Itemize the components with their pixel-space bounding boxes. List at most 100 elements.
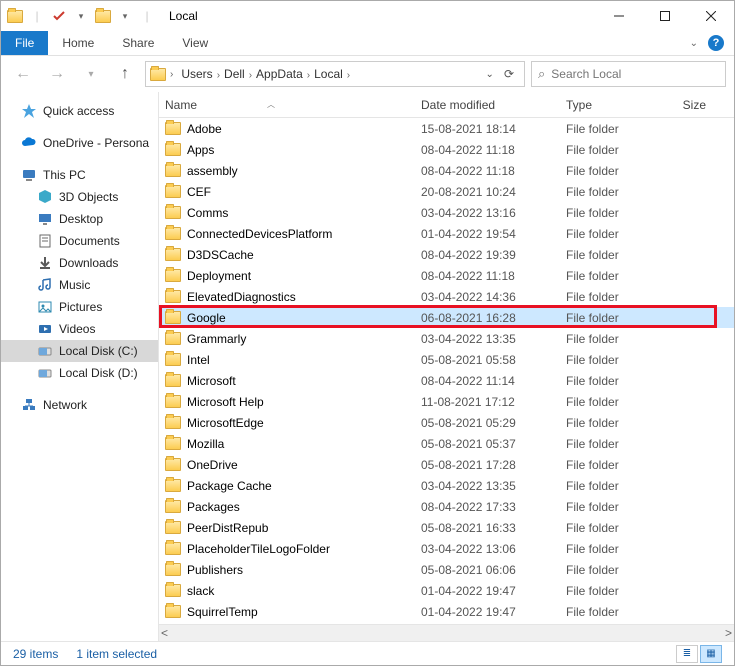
sidebar-item-label: Network [43,398,87,412]
view-details-toggle[interactable]: ≣ [676,645,698,663]
folder-icon [165,436,181,452]
horizontal-scrollbar[interactable]: <> [159,624,734,641]
sidebar-item-local-disk-d-[interactable]: Local Disk (D:) [1,362,158,384]
column-headers[interactable]: Name︿ Date modified Type Size [159,92,734,118]
folder-icon [165,352,181,368]
file-rows[interactable]: Adobe 15-08-2021 18:14 File folder Apps08-0… [159,118,734,624]
search-input[interactable] [551,67,719,81]
file-type: File folder [566,395,666,409]
chevron-right-icon[interactable]: › [170,69,173,80]
navigation-pane[interactable]: Quick access OneDrive - Persona This PC3D … [1,92,159,641]
file-row[interactable]: Publishers05-08-2021 06:06File folder [159,559,734,580]
breadcrumb-local[interactable]: Local [310,67,347,81]
chevron-right-icon[interactable]: › [347,70,350,81]
file-name: ElevatedDiagnostics [187,290,296,304]
file-row[interactable]: Google06-08-2021 16:28File folder [159,307,734,328]
file-row[interactable]: D3DSCache08-04-2022 19:39File folder [159,244,734,265]
file-row[interactable]: PeerDistRepub05-08-2021 16:33File folder [159,517,734,538]
status-selection: 1 item selected [76,647,157,661]
sidebar-item-label: Downloads [59,256,118,270]
file-row[interactable]: ElevatedDiagnostics03-04-2022 14:36File … [159,286,734,307]
folder-icon [165,163,181,179]
file-row[interactable]: MicrosoftEdge05-08-2021 05:29File folder [159,412,734,433]
maximize-button[interactable] [642,1,688,31]
file-row[interactable]: Mozilla05-08-2021 05:37File folder [159,433,734,454]
folder-icon [165,142,181,158]
file-date: 08-04-2022 11:18 [421,143,566,157]
view-large-toggle[interactable]: ▦ [700,645,722,663]
sidebar-item-quick-access[interactable]: Quick access [1,100,158,122]
file-date: 05-08-2021 05:58 [421,353,566,367]
recent-locations-icon[interactable]: ▾ [77,60,105,88]
file-row[interactable]: slack01-04-2022 19:47File folder [159,580,734,601]
refresh-icon[interactable]: ⟳ [504,67,514,81]
breadcrumb-appdata[interactable]: AppData [252,67,307,81]
file-row[interactable]: Adobe15-08-2021 18:14File folder [159,118,734,139]
breadcrumb-dell[interactable]: Dell [220,67,249,81]
star-icon [21,103,37,119]
file-date: 15-08-2021 18:14 [421,122,566,136]
file-date: 05-08-2021 05:37 [421,437,566,451]
sidebar-item-local-disk-c-[interactable]: Local Disk (C:) [1,340,158,362]
sidebar-item-pictures[interactable]: Pictures [1,296,158,318]
breadcrumb-users[interactable]: Users [177,67,216,81]
folder-icon [165,310,181,326]
sidebar-item-network[interactable]: Network [1,394,158,416]
file-row[interactable]: PlaceholderTileLogoFolder03-04-2022 13:0… [159,538,734,559]
file-row[interactable]: assembly08-04-2022 11:18File folder [159,160,734,181]
qat-dropdown-icon[interactable]: ▾ [73,8,89,24]
music-icon [37,277,53,293]
file-row[interactable]: SquirrelTemp01-04-2022 19:47File folder [159,601,734,622]
up-button[interactable]: ↑ [111,60,139,88]
sidebar-item-documents[interactable]: Documents [1,230,158,252]
file-row[interactable]: Package Cache03-04-2022 13:35File folder [159,475,734,496]
folder-icon [165,604,181,620]
qat-newfolder-icon[interactable] [95,8,111,24]
search-box[interactable]: ⌕ [531,61,726,87]
menu-share[interactable]: Share [108,31,168,55]
file-row[interactable]: Packages08-04-2022 17:33File folder [159,496,734,517]
breadcrumb-box[interactable]: › Users›Dell›AppData›Local› ⌄ ⟳ [145,61,525,87]
file-row[interactable]: Deployment08-04-2022 11:18File folder [159,265,734,286]
column-date[interactable]: Date modified [421,98,566,112]
forward-button[interactable]: → [43,60,71,88]
file-tab[interactable]: File [1,31,48,55]
sidebar-item-downloads[interactable]: Downloads [1,252,158,274]
window-title: Local [161,9,198,23]
file-row[interactable]: Grammarly03-04-2022 13:35File folder [159,328,734,349]
file-row[interactable]: Intel05-08-2021 05:58File folder [159,349,734,370]
column-size[interactable]: Size [666,98,706,112]
status-bar: 29 items 1 item selected ≣ ▦ [1,641,734,665]
menu-home[interactable]: Home [48,31,108,55]
sidebar-item-videos[interactable]: Videos [1,318,158,340]
file-date: 03-04-2022 13:35 [421,332,566,346]
column-name[interactable]: Name [165,98,197,112]
file-name: Adobe [187,122,222,136]
file-row[interactable]: Microsoft Help11-08-2021 17:12File folde… [159,391,734,412]
menu-view[interactable]: View [168,31,222,55]
minimize-button[interactable] [596,1,642,31]
address-dropdown-icon[interactable]: ⌄ [486,69,494,80]
sidebar-item-onedrive-persona[interactable]: OneDrive - Persona [1,132,158,154]
column-type[interactable]: Type [566,98,666,112]
sidebar-item-3d-objects[interactable]: 3D Objects [1,186,158,208]
qat-separator: | [29,8,45,24]
file-row[interactable]: Apps08-04-2022 11:18File folder [159,139,734,160]
sidebar-item-music[interactable]: Music [1,274,158,296]
sidebar-item-desktop[interactable]: Desktop [1,208,158,230]
file-row[interactable]: Comms03-04-2022 13:16File folder [159,202,734,223]
file-date: 08-04-2022 11:14 [421,374,566,388]
file-row[interactable]: CEF20-08-2021 10:24File folder [159,181,734,202]
qat-properties-icon[interactable] [51,8,67,24]
help-icon[interactable]: ? [708,35,724,51]
file-row[interactable]: OneDrive05-08-2021 17:28File folder [159,454,734,475]
file-type: File folder [566,185,666,199]
ribbon-expand-icon[interactable]: ⌄ [690,38,698,49]
sidebar-item-this-pc[interactable]: This PC [1,164,158,186]
qat-menu-icon[interactable]: ▾ [117,8,133,24]
close-button[interactable] [688,1,734,31]
file-row[interactable]: Microsoft08-04-2022 11:14File folder [159,370,734,391]
back-button[interactable]: ← [9,60,37,88]
file-row[interactable]: ConnectedDevicesPlatform01-04-2022 19:54… [159,223,734,244]
folder-icon [165,268,181,284]
